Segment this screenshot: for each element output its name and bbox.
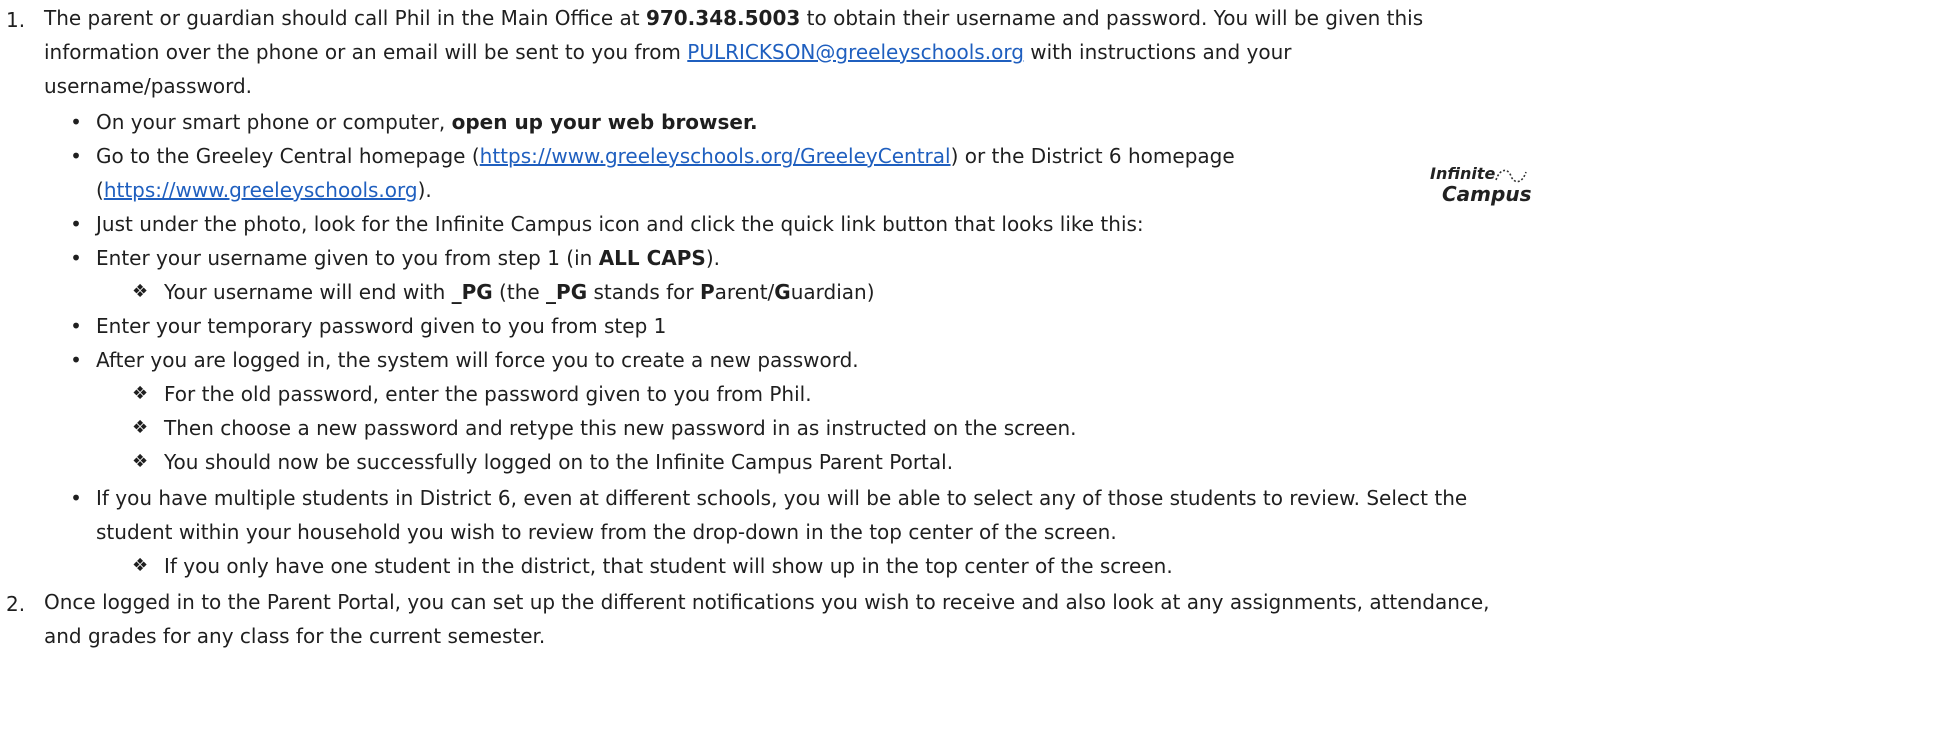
document-page: 1. The parent or guardian should call Ph… — [0, 0, 1946, 748]
paragraph-1-line-1: The parent or guardian should call Phil … — [44, 6, 1424, 30]
step-multiple-students-line-1: If you have multiple students in Distric… — [96, 486, 1468, 510]
step-homepage-line-2: (https://www.greeleyschools.org). — [96, 178, 432, 202]
substep-one-student: If you only have one student in the dist… — [164, 554, 1173, 578]
infinite-campus-logo-icon[interactable]: Infinite Campus — [1430, 164, 1531, 206]
substep-old-password: For the old password, enter the password… — [164, 382, 812, 406]
bullet-icon: • — [70, 348, 82, 372]
bullet-icon: • — [70, 246, 82, 270]
paragraph-1-line-3: username/password. — [44, 74, 253, 98]
bullet-icon: • — [70, 486, 82, 510]
paragraph-2-line-1: Once logged in to the Parent Portal, you… — [44, 590, 1490, 614]
bullet-icon: • — [70, 212, 82, 236]
bullet-icon: • — [70, 144, 82, 168]
diamond-bullet-icon: ❖ — [132, 417, 149, 438]
infinity-swoosh-icon — [1495, 169, 1527, 183]
step-multiple-students-line-2: student within your household you wish t… — [96, 520, 1117, 544]
district-6-link[interactable]: https://www.greeleyschools.org — [104, 178, 418, 202]
step-new-password: After you are logged in, the system will… — [96, 348, 859, 372]
diamond-bullet-icon: ❖ — [132, 555, 149, 576]
bullet-icon: • — [70, 314, 82, 338]
step-enter-username: Enter your username given to you from st… — [96, 246, 721, 270]
phone-number: 970.348.5003 — [645, 6, 801, 30]
greeley-central-link[interactable]: https://www.greeleyschools.org/GreeleyCe… — [480, 144, 951, 168]
step-homepage-line-1: Go to the Greeley Central homepage (http… — [96, 144, 1235, 168]
step-quick-link: Just under the photo, look for the Infin… — [96, 212, 1144, 236]
substep-logged-on: You should now be successfully logged on… — [164, 450, 954, 474]
email-link[interactable]: PULRICKSON@greeleyschools.org — [687, 40, 1024, 64]
paragraph-2-line-2: and grades for any class for the current… — [44, 624, 546, 648]
list-number-2: 2. — [6, 592, 26, 616]
list-number-1: 1. — [6, 8, 26, 32]
step-open-browser: On your smart phone or computer, open up… — [96, 110, 758, 134]
step-temp-password: Enter your temporary password given to y… — [96, 314, 667, 338]
diamond-bullet-icon: ❖ — [132, 451, 149, 472]
substep-choose-password: Then choose a new password and retype th… — [164, 416, 1077, 440]
diamond-bullet-icon: ❖ — [132, 281, 149, 302]
diamond-bullet-icon: ❖ — [132, 383, 149, 404]
substep-username-suffix: Your username will end with _PG (the _PG… — [164, 280, 875, 304]
bullet-icon: • — [70, 110, 82, 134]
paragraph-1-line-2: information over the phone or an email w… — [44, 40, 1292, 64]
